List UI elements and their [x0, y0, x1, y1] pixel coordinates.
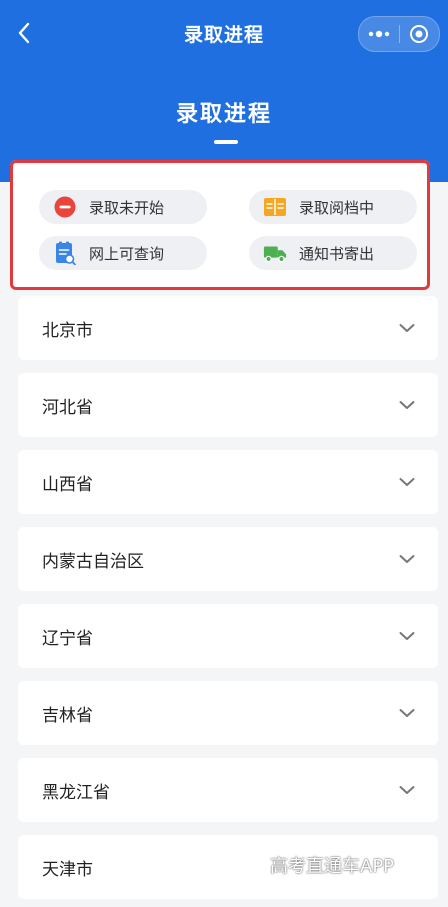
region-item-liaoning[interactable]: 辽宁省 [18, 604, 438, 668]
chevron-down-icon [398, 707, 416, 719]
legend-label: 录取阅档中 [299, 198, 375, 217]
back-button[interactable] [10, 18, 38, 48]
legend-item-reviewing: 录取阅档中 [249, 190, 417, 224]
title-underline [214, 140, 238, 144]
region-item-beijing[interactable]: 北京市 [18, 296, 438, 360]
legend-label: 录取未开始 [89, 198, 165, 217]
region-label: 黑龙江省 [42, 782, 110, 803]
region-label: 北京市 [42, 320, 93, 341]
region-label: 河北省 [42, 397, 93, 418]
target-circle-icon [410, 25, 429, 43]
nav-bar: 录取进程 [0, 0, 448, 66]
legend-item-not-started: 录取未开始 [39, 190, 207, 224]
region-item-hebei[interactable]: 河北省 [18, 373, 438, 437]
status-legend: 录取未开始 录取阅档中 网上可查询 通知书寄出 [10, 160, 430, 290]
region-item-jilin[interactable]: 吉林省 [18, 681, 438, 745]
chevron-down-icon [398, 476, 416, 488]
chevron-left-icon [18, 22, 30, 44]
region-label: 吉林省 [42, 705, 93, 726]
chevron-down-icon [398, 553, 416, 565]
document-search-icon [53, 241, 77, 265]
truck-icon [263, 241, 287, 265]
region-label: 内蒙古自治区 [42, 551, 144, 572]
legend-item-letter-sent: 通知书寄出 [249, 236, 417, 270]
region-label: 天津市 [42, 859, 93, 880]
legend-item-queryable: 网上可查询 [39, 236, 207, 270]
region-label: 辽宁省 [42, 628, 93, 649]
watermark-text: 高考直通车APP [270, 856, 395, 877]
more-dots-icon [368, 30, 389, 38]
page-title: 录取进程 [175, 102, 272, 127]
region-item-shanxi[interactable]: 山西省 [18, 450, 438, 514]
chevron-down-icon [398, 322, 416, 334]
legend-label: 网上可查询 [89, 244, 165, 263]
close-miniprogram-button[interactable] [399, 17, 439, 51]
chevron-down-icon [398, 630, 416, 642]
region-item-inner-mongolia[interactable]: 内蒙古自治区 [18, 527, 438, 591]
legend-label: 通知书寄出 [299, 244, 375, 263]
open-book-icon [263, 195, 287, 219]
region-item-heilongjiang[interactable]: 黑龙江省 [18, 758, 438, 822]
mini-program-capsule [358, 16, 440, 52]
chevron-down-icon [398, 784, 416, 796]
minus-circle-icon [53, 195, 77, 219]
region-label: 山西省 [42, 474, 93, 495]
more-button[interactable] [359, 17, 399, 51]
chevron-down-icon [398, 399, 416, 411]
